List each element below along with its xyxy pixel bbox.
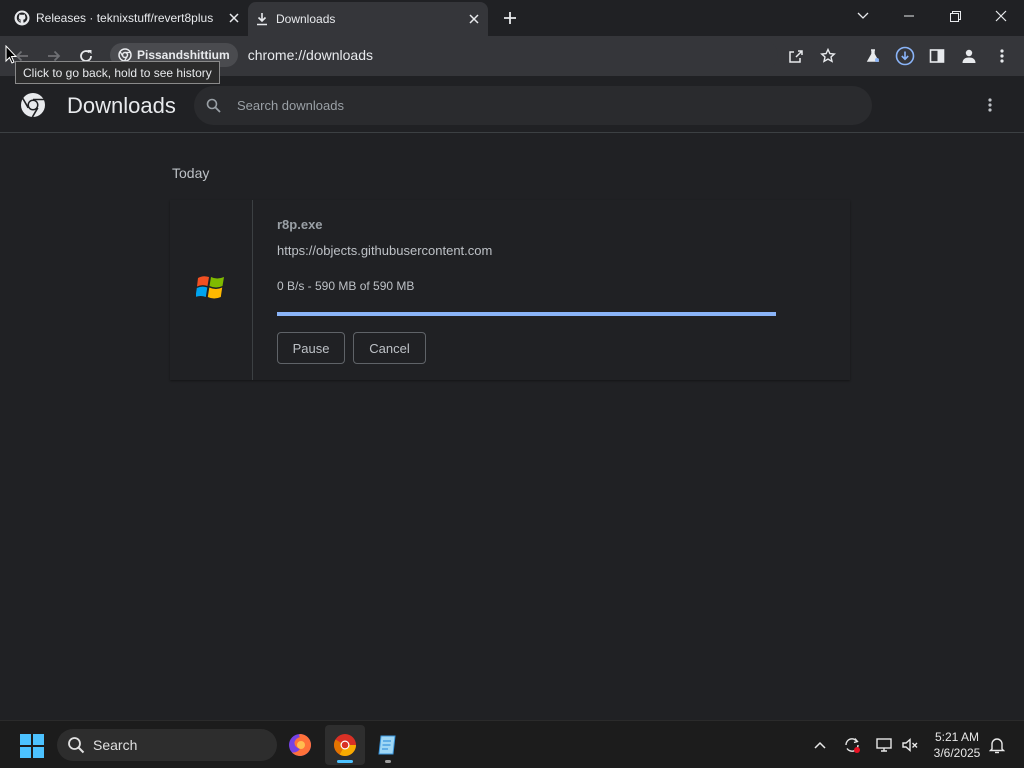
url-text[interactable]: chrome://downloads xyxy=(248,47,373,63)
new-tab-button[interactable] xyxy=(498,6,522,30)
chromium-taskbar-icon[interactable] xyxy=(325,725,365,765)
pause-button[interactable]: Pause xyxy=(277,332,345,364)
clock-time: 5:21 AM xyxy=(934,730,980,744)
chromium-icon xyxy=(118,48,132,62)
section-date-heading: Today xyxy=(172,165,210,181)
profile-avatar-icon[interactable] xyxy=(955,42,983,70)
tab-releases[interactable]: Releases · teknixstuff/revert8plus xyxy=(8,0,248,36)
file-icon-column xyxy=(170,200,253,380)
volume-muted-icon[interactable] xyxy=(898,733,922,757)
side-panel-icon[interactable] xyxy=(923,42,951,70)
system-clock[interactable]: 5:21 AM 3/6/2025 xyxy=(926,729,988,761)
search-icon xyxy=(206,98,221,113)
downloads-header: Downloads xyxy=(0,76,1024,133)
tab-title: Releases · teknixstuff/revert8plus xyxy=(36,11,214,25)
windows-executable-icon xyxy=(195,273,226,306)
notification-bell-icon[interactable] xyxy=(985,733,1009,757)
download-status: 0 B/s - 590 MB of 590 MB xyxy=(277,279,415,293)
active-app-indicator xyxy=(337,760,353,763)
download-source-url[interactable]: https://objects.githubusercontent.com xyxy=(277,243,492,258)
chromium-logo-icon xyxy=(20,92,46,123)
downloads-toolbar-icon[interactable] xyxy=(891,42,919,70)
open-app-indicator xyxy=(385,760,391,763)
tab-strip: Releases · teknixstuff/revert8plus Downl… xyxy=(0,0,1024,36)
close-window-icon[interactable] xyxy=(978,0,1024,32)
close-tab-icon[interactable] xyxy=(220,13,248,23)
chevron-up-icon[interactable] xyxy=(808,733,832,757)
taskbar-search[interactable]: Search xyxy=(57,729,277,761)
clock-date: 3/6/2025 xyxy=(933,746,981,760)
download-progress-fill xyxy=(277,312,776,316)
sync-icon[interactable] xyxy=(840,733,864,757)
tab-downloads[interactable]: Downloads xyxy=(248,2,488,36)
search-input[interactable] xyxy=(237,98,737,113)
downloads-more-menu-icon[interactable] xyxy=(978,92,1002,118)
windows-start-icon[interactable] xyxy=(20,734,44,763)
search-icon xyxy=(68,737,85,754)
restore-icon[interactable] xyxy=(932,0,978,32)
windows-taskbar: Search 5:21 AM 3/6/2025 xyxy=(0,720,1024,768)
downloads-search[interactable] xyxy=(194,86,872,125)
network-icon[interactable] xyxy=(872,733,896,757)
download-icon xyxy=(248,12,276,26)
mouse-cursor-icon xyxy=(5,44,18,69)
taskbar-search-label: Search xyxy=(93,737,138,753)
download-item-card: r8p.exe https://objects.githubuserconten… xyxy=(170,200,850,380)
github-icon xyxy=(8,10,36,26)
tab-search-icon[interactable] xyxy=(840,0,886,32)
close-tab-icon[interactable] xyxy=(460,14,488,24)
download-filename[interactable]: r8p.exe xyxy=(277,217,323,232)
tab-title: Downloads xyxy=(276,12,336,26)
kebab-menu-icon[interactable] xyxy=(988,42,1016,70)
minimize-icon[interactable] xyxy=(886,0,932,32)
page-title: Downloads xyxy=(67,93,176,118)
cancel-button[interactable]: Cancel xyxy=(353,332,426,364)
labs-flask-icon[interactable] xyxy=(859,42,887,70)
share-icon[interactable] xyxy=(782,42,810,70)
download-progress-bar xyxy=(277,312,776,316)
back-tooltip: Click to go back, hold to see history xyxy=(15,61,220,84)
firefox-app-icon[interactable] xyxy=(280,725,320,765)
bookmark-star-icon[interactable] xyxy=(814,42,842,70)
notepad-app-icon[interactable] xyxy=(368,725,408,765)
profile-chip-label: Pissandshittium xyxy=(137,48,230,62)
